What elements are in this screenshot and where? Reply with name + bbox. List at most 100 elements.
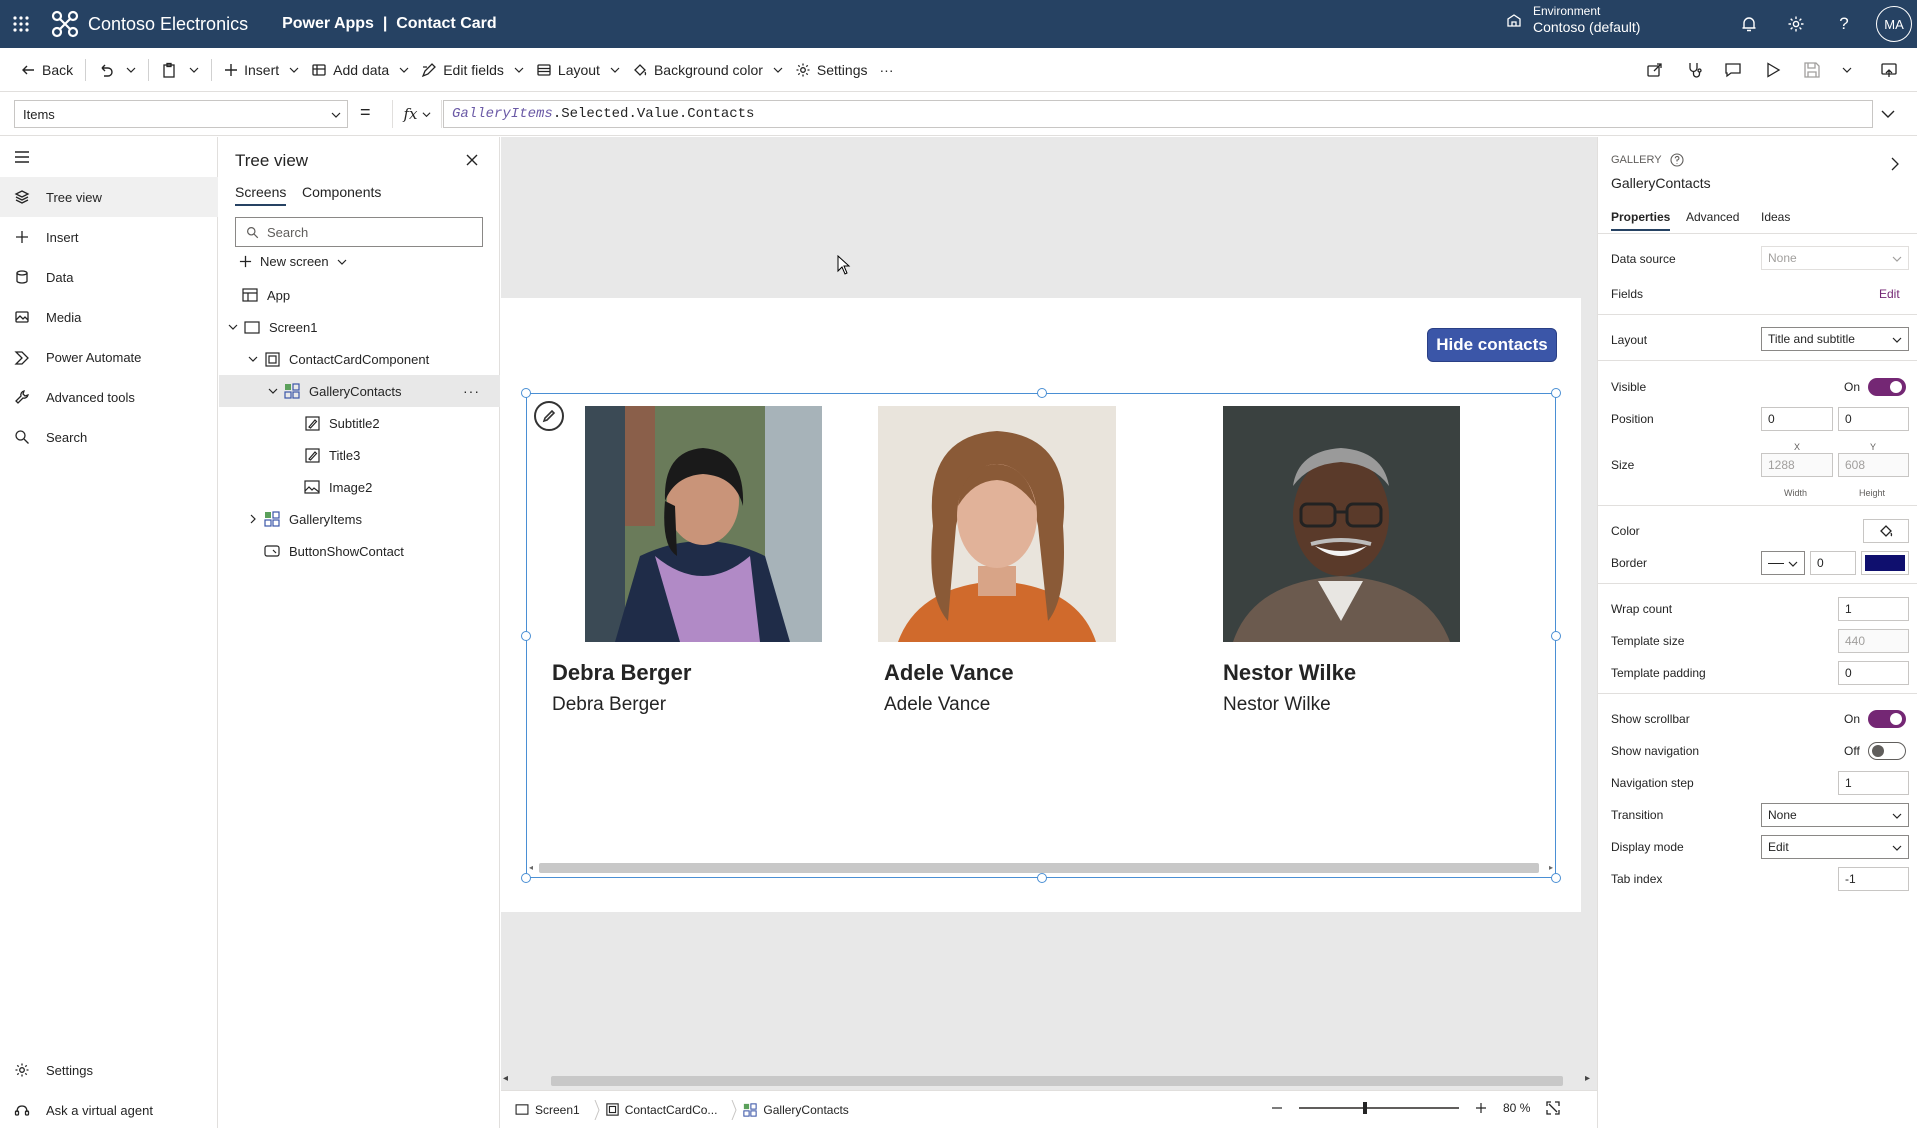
chevron-down-icon[interactable] (225, 322, 241, 332)
nav-settings[interactable]: Settings (0, 1050, 218, 1090)
border-color-picker[interactable] (1861, 551, 1909, 575)
resize-handle[interactable] (521, 388, 531, 398)
publish-button[interactable] (1874, 48, 1904, 92)
nav-insert[interactable]: Insert (0, 217, 218, 257)
settings-gear-icon[interactable] (1784, 12, 1808, 36)
property-selector[interactable]: Items (14, 100, 348, 128)
fx-button[interactable]: fx (392, 100, 442, 128)
app-launcher-icon[interactable] (0, 0, 42, 48)
tree-node-contactcardcomponent[interactable]: ContactCardComponent (219, 343, 500, 375)
hamburger-button[interactable] (0, 137, 218, 177)
more-options-icon[interactable]: ··· (463, 383, 480, 399)
comments-button[interactable] (1718, 48, 1748, 92)
share-button[interactable] (1640, 48, 1670, 92)
tree-node-galleryitems[interactable]: GalleryItems (219, 503, 500, 535)
scroll-left-icon[interactable]: ◂ (529, 863, 533, 872)
undo-dropdown[interactable] (120, 48, 142, 92)
template-padding-input[interactable]: 0 (1838, 661, 1909, 685)
nav-media[interactable]: Media (0, 297, 218, 337)
fields-edit-link[interactable]: Edit (1879, 287, 1900, 301)
wrap-count-input[interactable]: 1 (1838, 597, 1909, 621)
hide-contacts-button[interactable]: Hide contacts (1427, 328, 1557, 362)
formula-input[interactable]: GalleryItems .Selected.Value.Contacts (443, 100, 1873, 128)
position-x-input[interactable]: 0 (1761, 407, 1833, 431)
position-y-input[interactable]: 0 (1838, 407, 1909, 431)
back-button[interactable]: Back (14, 48, 79, 92)
layout-select[interactable]: Title and subtitle (1761, 327, 1909, 351)
tree-node-screen1[interactable]: Screen1 (219, 311, 500, 343)
tab-components[interactable]: Components (302, 184, 381, 200)
paste-button[interactable] (155, 48, 183, 92)
gallery-scrollbar[interactable] (539, 863, 1539, 873)
chevron-down-icon[interactable] (245, 354, 261, 364)
gallery-item[interactable]: Nestor Wilke Nestor Wilke (1215, 394, 1559, 724)
display-mode-select[interactable]: Edit (1761, 835, 1909, 859)
color-picker[interactable] (1863, 519, 1909, 543)
add-data-button[interactable]: Add data (305, 48, 415, 92)
tree-node-subtitle2[interactable]: Subtitle2 (219, 407, 500, 439)
resize-handle[interactable] (521, 873, 531, 883)
breadcrumb-gallery[interactable]: GalleryContacts (743, 1103, 849, 1117)
resize-handle[interactable] (1551, 388, 1561, 398)
more-commands-button[interactable]: ··· (874, 48, 900, 92)
show-scrollbar-toggle[interactable] (1868, 710, 1906, 728)
nav-advanced-tools[interactable]: Advanced tools (0, 377, 218, 417)
show-navigation-toggle[interactable] (1868, 742, 1906, 760)
tree-node-title3[interactable]: Title3 (219, 439, 500, 471)
tab-ideas[interactable]: Ideas (1761, 210, 1790, 224)
tree-node-image2[interactable]: Image2 (219, 471, 500, 503)
resize-handle[interactable] (1037, 873, 1047, 883)
template-size-input[interactable]: 440 (1838, 629, 1909, 653)
border-width-input[interactable]: 0 (1810, 551, 1856, 575)
fit-to-window-icon[interactable] (1546, 1101, 1561, 1115)
tab-index-input[interactable]: -1 (1838, 867, 1909, 891)
save-button[interactable] (1797, 48, 1827, 92)
gallery-contacts[interactable]: Debra Berger Debra Berger Adele Vance Ad… (521, 388, 1561, 883)
zoom-in-icon[interactable] (1475, 1102, 1487, 1114)
nav-virtual-agent[interactable]: Ask a virtual agent (0, 1090, 218, 1128)
gallery-item[interactable]: Debra Berger Debra Berger (527, 394, 871, 724)
size-height-input[interactable]: 608 (1838, 453, 1909, 477)
visible-toggle[interactable] (1868, 378, 1906, 396)
expand-formula-icon[interactable] (1880, 106, 1896, 122)
control-name[interactable]: GalleryContacts (1611, 175, 1711, 191)
resize-handle[interactable] (1037, 388, 1047, 398)
environment-picker[interactable]: Environment Contoso (default) (1505, 4, 1640, 36)
save-dropdown[interactable] (1836, 48, 1858, 92)
breadcrumb-component[interactable]: ContactCardCo... (606, 1103, 717, 1117)
help-circle-icon[interactable] (1670, 153, 1684, 167)
nav-search[interactable]: Search (0, 417, 218, 457)
chevron-right-icon[interactable] (245, 514, 261, 524)
zoom-slider-thumb[interactable] (1363, 1102, 1367, 1114)
settings-button[interactable]: Settings (789, 48, 874, 92)
nav-tree-view[interactable]: Tree view (0, 177, 218, 217)
nav-power-automate[interactable]: Power Automate (0, 337, 218, 377)
gallery-item[interactable]: Adele Vance Adele Vance (871, 394, 1215, 724)
preview-button[interactable] (1758, 48, 1788, 92)
size-width-input[interactable]: 1288 (1761, 453, 1833, 477)
canvas-horizontal-scrollbar[interactable] (551, 1076, 1563, 1086)
background-color-button[interactable]: Background color (626, 48, 789, 92)
resize-handle[interactable] (1551, 631, 1561, 641)
nav-data[interactable]: Data (0, 257, 218, 297)
transition-select[interactable]: None (1761, 803, 1909, 827)
resize-handle[interactable] (1551, 873, 1561, 883)
scroll-right-icon[interactable]: ▸ (1549, 863, 1553, 872)
data-source-select[interactable]: None (1761, 246, 1909, 270)
layout-button[interactable]: Layout (530, 48, 626, 92)
avatar[interactable]: MA (1876, 6, 1912, 42)
insert-button[interactable]: Insert (218, 48, 305, 92)
chevron-down-icon[interactable] (265, 386, 281, 396)
tree-node-buttonshowcontact[interactable]: ButtonShowContact (219, 535, 500, 567)
tree-node-gallerycontacts[interactable]: GalleryContacts ··· (219, 375, 500, 407)
zoom-out-icon[interactable] (1271, 1102, 1283, 1114)
close-icon[interactable] (465, 153, 479, 167)
tab-properties[interactable]: Properties (1611, 210, 1671, 231)
zoom-slider[interactable] (1299, 1102, 1459, 1114)
scroll-left-icon[interactable]: ◂ (503, 1073, 508, 1084)
undo-button[interactable] (92, 48, 120, 92)
navigation-step-input[interactable]: 1 (1838, 771, 1909, 795)
chevron-right-icon[interactable] (1890, 157, 1900, 171)
tab-screens[interactable]: Screens (235, 184, 287, 206)
new-screen-button[interactable]: New screen (239, 254, 347, 269)
